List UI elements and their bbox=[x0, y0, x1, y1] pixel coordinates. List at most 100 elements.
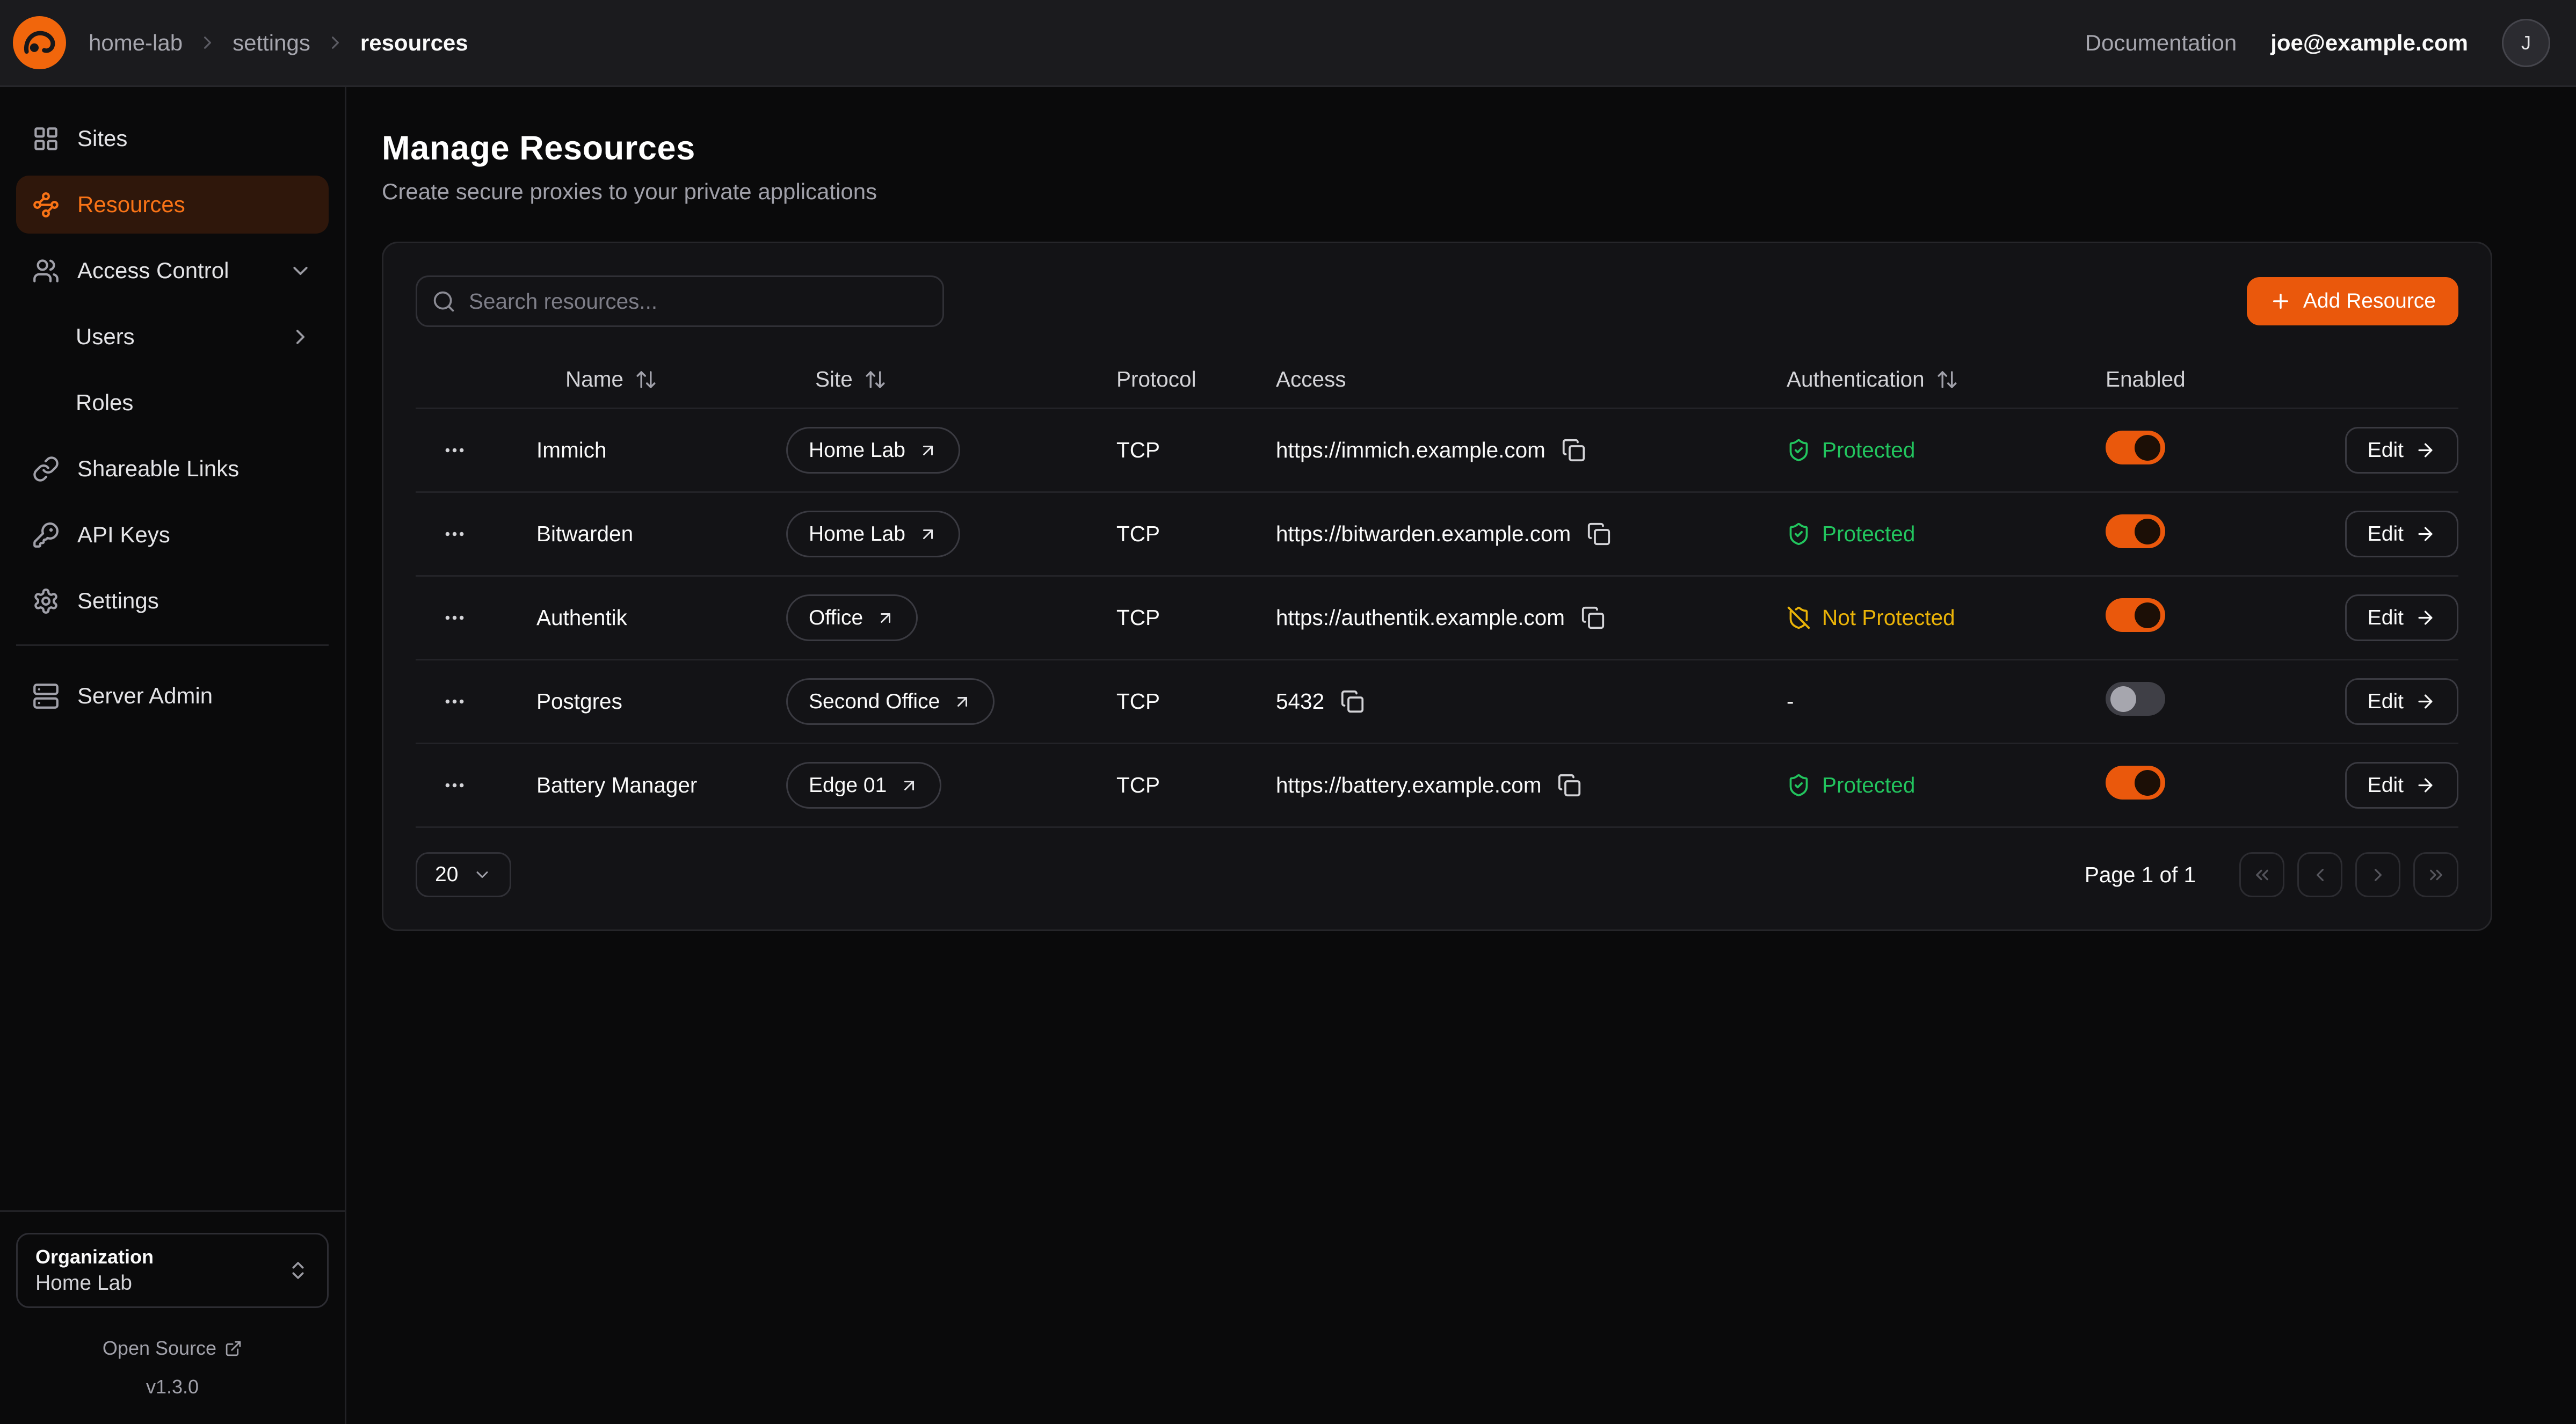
sidebar-item-api-keys[interactable]: API Keys bbox=[16, 506, 329, 564]
next-page-button[interactable] bbox=[2355, 852, 2400, 897]
enabled-toggle[interactable] bbox=[2106, 431, 2165, 464]
site-link-button[interactable]: Edge 01 bbox=[786, 762, 941, 809]
edit-button[interactable]: Edit bbox=[2345, 427, 2458, 474]
column-header-authentication[interactable]: Authentication bbox=[1787, 367, 2106, 392]
breadcrumb-org[interactable]: home-lab bbox=[89, 30, 183, 56]
sidebar-item-users[interactable]: Users bbox=[16, 308, 329, 366]
copy-button[interactable] bbox=[1340, 689, 1365, 714]
resource-name: Authentik bbox=[536, 605, 786, 630]
ellipsis-icon bbox=[442, 689, 467, 714]
copy-button[interactable] bbox=[1581, 606, 1605, 630]
edit-button[interactable]: Edit bbox=[2345, 594, 2458, 641]
sidebar-item-label: Users bbox=[76, 324, 135, 350]
page-size-select[interactable]: 20 bbox=[416, 852, 511, 897]
sidebar-item-label: Resources bbox=[77, 192, 185, 217]
column-header-site[interactable]: Site bbox=[786, 367, 1116, 392]
copy-button[interactable] bbox=[1562, 438, 1586, 462]
site-link-button[interactable]: Home Lab bbox=[786, 511, 960, 557]
enabled-toggle[interactable] bbox=[2106, 598, 2165, 632]
column-header-access: Access bbox=[1276, 367, 1787, 392]
sidebar-item-label: Server Admin bbox=[77, 683, 213, 709]
edit-button[interactable]: Edit bbox=[2345, 678, 2458, 725]
row-menu-button[interactable] bbox=[432, 763, 477, 808]
previous-page-button[interactable] bbox=[2297, 852, 2342, 897]
breadcrumb-current: resources bbox=[360, 30, 468, 56]
auth-status: Not Protected bbox=[1822, 605, 1955, 630]
column-label: Authentication bbox=[1787, 367, 1925, 392]
site-name: Office bbox=[809, 606, 863, 630]
site-name: Second Office bbox=[809, 690, 940, 714]
sidebar-item-resources[interactable]: Resources bbox=[16, 176, 329, 234]
auth-status: Protected bbox=[1822, 521, 1915, 547]
table-header: Name Site Protocol Access Authentication… bbox=[416, 351, 2458, 409]
enabled-toggle[interactable] bbox=[2106, 682, 2165, 716]
site-name: Edge 01 bbox=[809, 774, 887, 797]
arrow-right-icon bbox=[2415, 440, 2436, 461]
ellipsis-icon bbox=[442, 773, 467, 797]
column-label: Site bbox=[815, 367, 853, 392]
open-source-link[interactable]: Open Source bbox=[16, 1337, 329, 1360]
edit-button[interactable]: Edit bbox=[2345, 511, 2458, 557]
documentation-link[interactable]: Documentation bbox=[2085, 30, 2237, 56]
edit-label: Edit bbox=[2368, 522, 2404, 546]
edit-label: Edit bbox=[2368, 439, 2404, 462]
key-icon bbox=[32, 521, 60, 549]
search-box bbox=[416, 275, 944, 327]
organization-selector[interactable]: Organization Home Lab bbox=[16, 1233, 329, 1308]
add-resource-button[interactable]: Add Resource bbox=[2247, 277, 2458, 325]
search-icon bbox=[432, 289, 456, 314]
first-page-button[interactable] bbox=[2239, 852, 2284, 897]
column-label: Access bbox=[1276, 367, 1346, 392]
access-url: https://bitwarden.example.com bbox=[1276, 521, 1571, 547]
sidebar-item-roles[interactable]: Roles bbox=[16, 374, 329, 432]
sidebar-item-access-control[interactable]: Access Control bbox=[16, 242, 329, 300]
arrow-right-icon bbox=[2415, 691, 2436, 712]
sort-icon bbox=[1936, 368, 1958, 391]
page-info: Page 1 of 1 bbox=[2085, 862, 2196, 888]
sidebar-item-label: Access Control bbox=[77, 258, 229, 284]
sidebar-item-sites[interactable]: Sites bbox=[16, 110, 329, 168]
access-url: https://authentik.example.com bbox=[1276, 605, 1565, 630]
copy-button[interactable] bbox=[1587, 522, 1611, 546]
column-header-enabled: Enabled bbox=[2106, 367, 2299, 392]
row-menu-button[interactable] bbox=[432, 428, 477, 473]
edit-button[interactable]: Edit bbox=[2345, 762, 2458, 809]
users-icon bbox=[32, 257, 60, 285]
resource-protocol: TCP bbox=[1116, 689, 1276, 714]
sidebar-item-settings[interactable]: Settings bbox=[16, 572, 329, 630]
sidebar-item-server-admin[interactable]: Server Admin bbox=[16, 667, 329, 725]
sort-icon bbox=[864, 368, 887, 391]
site-link-button[interactable]: Office bbox=[786, 594, 918, 641]
row-menu-button[interactable] bbox=[432, 512, 477, 557]
ellipsis-icon bbox=[442, 606, 467, 630]
copy-icon bbox=[1581, 606, 1605, 630]
avatar[interactable]: J bbox=[2502, 19, 2550, 67]
last-page-button[interactable] bbox=[2413, 852, 2458, 897]
open-source-label: Open Source bbox=[103, 1337, 216, 1360]
copy-icon bbox=[1340, 689, 1365, 714]
arrow-up-right-icon bbox=[899, 776, 919, 795]
grid-icon bbox=[32, 125, 60, 152]
edit-label: Edit bbox=[2368, 690, 2404, 714]
site-link-button[interactable]: Home Lab bbox=[786, 427, 960, 474]
chevrons-left-icon bbox=[2252, 864, 2273, 885]
column-label: Name bbox=[565, 367, 623, 392]
site-link-button[interactable]: Second Office bbox=[786, 678, 995, 725]
search-input[interactable] bbox=[416, 275, 944, 327]
column-label: Protocol bbox=[1116, 367, 1196, 392]
gear-icon bbox=[32, 587, 60, 615]
table-row: Immich Home Lab TCP https://immich.examp… bbox=[416, 409, 2458, 493]
breadcrumb-settings[interactable]: settings bbox=[233, 30, 310, 56]
column-header-name[interactable]: Name bbox=[536, 367, 786, 392]
enabled-toggle[interactable] bbox=[2106, 766, 2165, 800]
sidebar-item-shareable-links[interactable]: Shareable Links bbox=[16, 440, 329, 498]
user-email[interactable]: joe@example.com bbox=[2270, 30, 2468, 56]
row-menu-button[interactable] bbox=[432, 595, 477, 641]
app-logo-icon[interactable] bbox=[13, 16, 66, 69]
chevron-left-icon bbox=[2310, 864, 2331, 885]
column-label: Enabled bbox=[2106, 367, 2186, 392]
row-menu-button[interactable] bbox=[432, 679, 477, 724]
copy-button[interactable] bbox=[1557, 773, 1581, 797]
waypoints-icon bbox=[32, 191, 60, 219]
enabled-toggle[interactable] bbox=[2106, 514, 2165, 548]
